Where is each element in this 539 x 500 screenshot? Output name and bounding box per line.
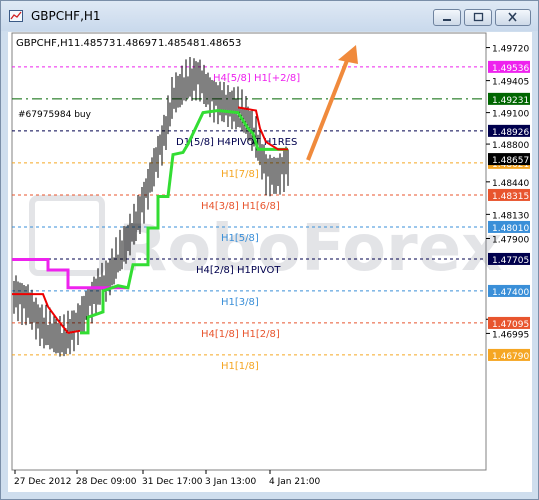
price-axis-label: 1.48800 <box>492 141 529 151</box>
price-chart[interactable]: RoboForex GBPCHF,H1 1.48573 1.48697 1.48… <box>8 32 532 492</box>
level-label: H4[3/8] H1[6/8] <box>201 201 280 212</box>
title-bar[interactable]: GBPCHF,H1 <box>1 1 538 31</box>
time-axis-label: 28 Dec 09:00 <box>76 477 137 487</box>
order-label: #67975984 buy <box>18 110 92 120</box>
time-axis: 27 Dec 2012 28 Dec 09:00 31 Dec 17:00 3 Jan… <box>14 470 321 487</box>
level-price-tag-text: 1.47705 <box>492 256 529 266</box>
level-price-tag-text: 1.48315 <box>492 192 529 202</box>
current-price-tag-text: 1.48657 <box>492 156 529 166</box>
time-axis-label: 27 Dec 2012 <box>14 477 72 487</box>
level-price-tag-text: 1.46790 <box>492 352 529 362</box>
window-title: GBPCHF,H1 <box>31 9 101 23</box>
time-axis-label: 4 Jan 21:00 <box>269 477 321 487</box>
level-label: H4[1/8] H1[2/8] <box>201 329 280 340</box>
level-label: D1[5/8] H4PIVOT H1RES <box>176 137 297 148</box>
time-axis-label: 3 Jan 13:00 <box>205 477 257 487</box>
level-label: H1[1/8] <box>221 361 259 372</box>
maximize-icon <box>473 12 484 22</box>
chart-canvas[interactable]: RoboForex GBPCHF,H1 1.48573 1.48697 1.48… <box>8 32 532 492</box>
level-price-tag-text: 1.47095 <box>492 320 529 330</box>
close-icon <box>508 12 517 22</box>
chart-window: GBPCHF,H1 RoboForex GBPCHF,H1 1.48573 1.… <box>0 0 539 500</box>
price-axis-label: 1.49405 <box>492 78 529 88</box>
close-button[interactable] <box>495 9 531 26</box>
price-axis-label: 1.48130 <box>492 211 529 221</box>
level-price-tag-text: 1.49231 <box>492 96 529 106</box>
minimize-button[interactable] <box>433 9 461 26</box>
level-price-tag-text: 1.48010 <box>492 224 529 234</box>
minimize-icon <box>443 19 451 21</box>
watermark-text: RoboForex <box>118 212 502 286</box>
level-price-tag-text: 1.47400 <box>492 288 529 298</box>
level-label: H1[3/8] <box>221 297 259 308</box>
maximize-button[interactable] <box>464 9 492 26</box>
time-axis-label: 31 Dec 17:00 <box>142 477 203 487</box>
level-label: H4[2/8] H1PIVOT <box>196 265 281 276</box>
price-axis-label: 1.47900 <box>492 235 529 245</box>
level-label: H4[5/8] H1[+2/8] <box>213 73 300 84</box>
price-axis-label: 1.48440 <box>492 179 529 189</box>
price-axis-label: 1.49720 <box>492 45 529 55</box>
price-axis-label: 1.46995 <box>492 330 529 340</box>
level-price-tag-text: 1.48926 <box>492 128 529 138</box>
chart-app-icon <box>9 10 23 22</box>
price-axis-label: 1.49100 <box>492 110 529 120</box>
chart-header-low: 1.48548 <box>158 38 199 49</box>
level-price-tag-text: 1.49536 <box>492 64 529 74</box>
chart-header-symbol: GBPCHF,H1 <box>16 38 74 49</box>
chart-header-high: 1.48697 <box>116 38 157 49</box>
chart-header-close: 1.48653 <box>200 38 241 49</box>
level-label: H1[7/8] <box>221 169 259 180</box>
chart-header-open: 1.48573 <box>74 38 115 49</box>
level-label: H1[5/8] <box>221 233 259 244</box>
